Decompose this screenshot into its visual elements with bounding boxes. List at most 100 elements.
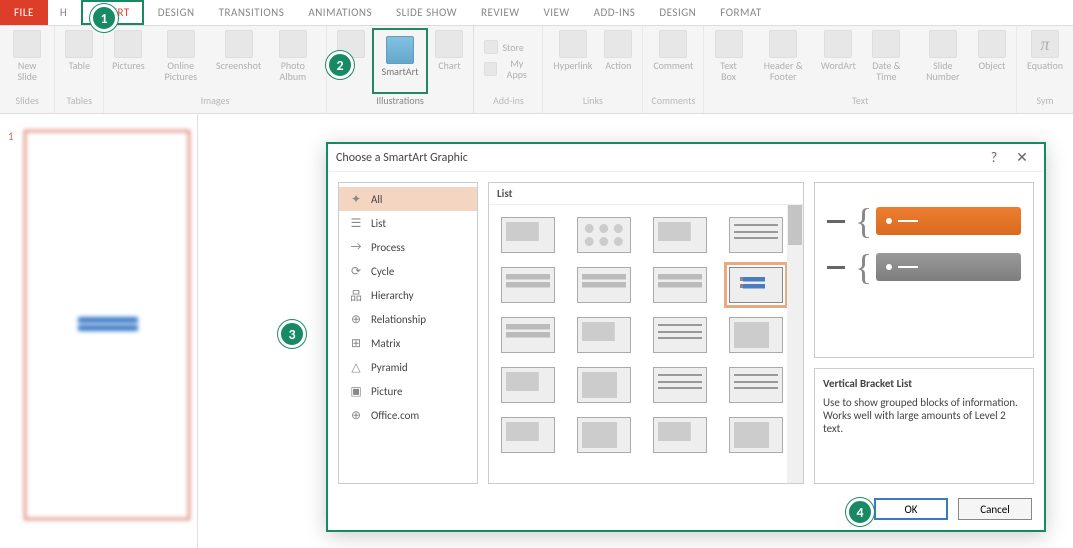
preview-image: { {: [814, 182, 1034, 358]
group-tables: Table Tables: [55, 26, 104, 113]
dialog-titlebar: Choose a SmartArt Graphic ? ✕: [328, 144, 1044, 172]
tab-design-contextual[interactable]: DESIGN: [647, 0, 708, 25]
group-label-comments: Comments: [651, 94, 695, 110]
group-slides: New Slide Slides: [0, 26, 55, 113]
tab-format[interactable]: FORMAT: [708, 0, 773, 25]
pictures-button[interactable]: Pictures: [108, 26, 148, 90]
store-button[interactable]: Store: [478, 38, 538, 56]
layout-gallery: List: [488, 182, 804, 484]
layout-option[interactable]: [501, 417, 555, 453]
layout-option[interactable]: [577, 317, 631, 353]
preview-pane: { { Vertical Bracket List Use to show gr…: [814, 182, 1034, 484]
group-addins: Store My Apps Add-ins: [474, 26, 543, 113]
category-pyramid[interactable]: △Pyramid: [339, 355, 477, 379]
smartart-dialog: Choose a SmartArt Graphic ? ✕ ✦All ☰List…: [326, 142, 1046, 532]
tab-home-frag[interactable]: H: [48, 0, 79, 25]
preview-title: Vertical Bracket List: [823, 377, 1025, 390]
layout-option[interactable]: [729, 217, 783, 253]
category-relationship[interactable]: ⊕Relationship: [339, 307, 477, 331]
action-button[interactable]: Action: [598, 26, 638, 90]
group-label-text: Text: [852, 94, 869, 110]
group-label-links: Links: [583, 94, 603, 110]
layout-option[interactable]: [501, 367, 555, 403]
layout-option[interactable]: [577, 367, 631, 403]
tab-addins[interactable]: ADD-INS: [582, 0, 648, 25]
online-pictures-icon: [167, 30, 195, 58]
chart-button[interactable]: Chart: [429, 26, 469, 90]
group-text: Text Box Header & Footer WordArt Date & …: [704, 26, 1017, 113]
callout-3: 3: [278, 320, 306, 348]
layout-option[interactable]: [653, 367, 707, 403]
object-icon: [978, 30, 1006, 58]
all-icon: ✦: [349, 192, 363, 206]
layout-option[interactable]: [729, 317, 783, 353]
date-time-button[interactable]: Date & Time: [859, 26, 914, 90]
new-slide-icon: [13, 30, 41, 58]
slide-thumbnail[interactable]: [24, 130, 190, 520]
wordart-icon: [824, 30, 852, 58]
layout-option-selected[interactable]: [729, 267, 783, 303]
group-links: Hyperlink Action Links: [543, 26, 643, 113]
layout-option[interactable]: [653, 317, 707, 353]
process-icon: →: [349, 240, 363, 254]
category-cycle[interactable]: ⟳Cycle: [339, 259, 477, 283]
layout-option[interactable]: [729, 417, 783, 453]
equation-button[interactable]: πEquation: [1021, 26, 1069, 90]
category-list[interactable]: ☰List: [339, 211, 477, 235]
ribbon: New Slide Slides Table Tables Pictures O…: [0, 26, 1073, 114]
layout-option[interactable]: [501, 317, 555, 353]
gallery-scrollbar[interactable]: [787, 205, 803, 483]
my-apps-button[interactable]: My Apps: [478, 56, 538, 82]
layout-option[interactable]: [501, 217, 555, 253]
tab-file[interactable]: FILE: [0, 0, 48, 25]
tab-animations[interactable]: ANIMATIONS: [296, 0, 384, 25]
layout-option[interactable]: [653, 217, 707, 253]
hyperlink-button[interactable]: Hyperlink: [547, 26, 598, 90]
layout-option[interactable]: [577, 267, 631, 303]
action-icon: [604, 30, 632, 58]
category-office[interactable]: ⊕Office.com: [339, 403, 477, 427]
smartart-button[interactable]: SmartArt: [376, 32, 425, 96]
new-slide-button[interactable]: New Slide: [4, 26, 50, 90]
object-button[interactable]: Object: [972, 26, 1012, 90]
category-hierarchy[interactable]: 品Hierarchy: [339, 283, 477, 307]
tab-design[interactable]: DESIGN: [146, 0, 207, 25]
category-process[interactable]: →Process: [339, 235, 477, 259]
layout-option[interactable]: [577, 417, 631, 453]
screenshot-icon: [225, 30, 253, 58]
textbox-button[interactable]: Text Box: [708, 26, 748, 90]
header-footer-button[interactable]: Header & Footer: [749, 26, 818, 90]
online-pictures-button[interactable]: Online Pictures: [148, 26, 213, 90]
cycle-icon: ⟳: [349, 264, 363, 278]
photo-album-button[interactable]: Photo Album: [264, 26, 322, 90]
screenshot-button[interactable]: Screenshot: [213, 26, 264, 90]
slide-number-button[interactable]: Slide Number: [914, 26, 972, 90]
tab-transitions[interactable]: TRANSITIONS: [207, 0, 297, 25]
relationship-icon: ⊕: [349, 312, 363, 326]
tab-view[interactable]: VIEW: [532, 0, 582, 25]
layout-option[interactable]: [653, 267, 707, 303]
callout-4: 4: [846, 498, 874, 526]
tab-review[interactable]: REVIEW: [469, 0, 532, 25]
wordart-button[interactable]: WordArt: [818, 26, 859, 90]
layout-option[interactable]: [729, 367, 783, 403]
group-comments: Comment Comments: [643, 26, 704, 113]
layout-option[interactable]: [501, 267, 555, 303]
header-footer-icon: [769, 30, 797, 58]
help-button[interactable]: ?: [980, 149, 1008, 166]
dialog-title: Choose a SmartArt Graphic: [336, 151, 468, 165]
layout-option[interactable]: [577, 217, 631, 253]
table-button[interactable]: Table: [59, 26, 99, 90]
category-matrix[interactable]: ⊞Matrix: [339, 331, 477, 355]
category-all[interactable]: ✦All: [339, 187, 477, 211]
layout-option[interactable]: [653, 417, 707, 453]
comment-button[interactable]: Comment: [647, 26, 699, 90]
category-picture[interactable]: ▣Picture: [339, 379, 477, 403]
slide-number-icon: [929, 30, 957, 58]
ok-button[interactable]: OK: [874, 498, 948, 520]
textbox-icon: [715, 30, 743, 58]
close-button[interactable]: ✕: [1008, 149, 1036, 166]
pyramid-icon: △: [349, 360, 363, 374]
cancel-button[interactable]: Cancel: [958, 498, 1032, 520]
tab-slideshow[interactable]: SLIDE SHOW: [384, 0, 469, 25]
